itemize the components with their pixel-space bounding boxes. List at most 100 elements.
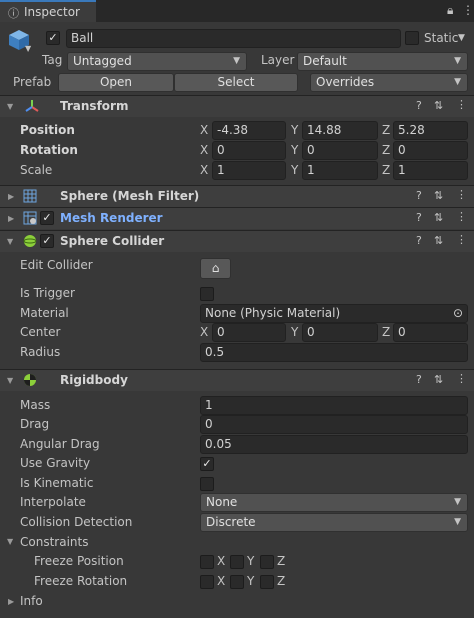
scale-y-field[interactable]: 1 xyxy=(302,161,378,180)
foldout-expanded-icon[interactable]: ▼ xyxy=(7,376,13,385)
use-gravity-checkbox[interactable]: ✓ xyxy=(200,457,214,471)
component-header-sphere-collider[interactable]: ▼ ✓ Sphere Collider ? ⇅ ⋮ xyxy=(0,231,474,252)
axis-z-label: Z xyxy=(382,143,391,157)
more-menu-icon[interactable]: ⋮ xyxy=(462,3,474,17)
axis-x-label: X xyxy=(217,554,226,568)
sphere-collider-enabled-checkbox[interactable]: ✓ xyxy=(40,234,54,248)
material-value: None (Physic Material) xyxy=(205,306,341,320)
object-picker-icon[interactable]: ⊙ xyxy=(453,305,463,322)
rotation-x-field[interactable]: 0 xyxy=(212,141,286,160)
foldout-collapsed-icon[interactable]: ▶ xyxy=(8,597,14,606)
scale-z-field[interactable]: 1 xyxy=(393,161,468,180)
tag-label: Tag xyxy=(42,53,63,67)
collision-detection-dropdown[interactable]: Discrete ▼ xyxy=(200,513,468,532)
interpolate-dropdown[interactable]: None ▼ xyxy=(200,493,468,512)
freeze-position-x-checkbox[interactable] xyxy=(200,555,214,569)
center-z-field[interactable]: 0 xyxy=(393,323,468,342)
axis-z-label: Z xyxy=(382,163,391,177)
mesh-grid-icon xyxy=(23,189,37,206)
component-menu-icon[interactable]: ⋮ xyxy=(456,210,467,223)
edit-collider-icon: ⌂ xyxy=(211,261,220,275)
foldout-expanded-icon[interactable]: ▼ xyxy=(7,102,13,111)
foldout-expanded-icon[interactable]: ▼ xyxy=(7,537,13,546)
component-header-mesh-renderer[interactable]: ▶ ✓ Mesh Renderer ? ⇅ ⋮ xyxy=(0,208,474,229)
position-y-field[interactable]: 14.88 xyxy=(302,121,378,140)
preset-icon[interactable]: ⇅ xyxy=(434,99,443,112)
tab-inspector[interactable]: ⓘ Inspector xyxy=(0,0,96,22)
mass-field[interactable]: 1 xyxy=(200,396,468,415)
help-icon[interactable]: ? xyxy=(416,373,422,386)
edit-collider-button[interactable]: ⌂ xyxy=(200,258,231,279)
overrides-label: Overrides xyxy=(316,75,375,89)
preset-icon[interactable]: ⇅ xyxy=(434,234,443,247)
axis-y-label: Y xyxy=(291,123,299,137)
rotation-y-field[interactable]: 0 xyxy=(302,141,378,160)
help-icon[interactable]: ? xyxy=(416,189,422,202)
help-icon[interactable]: ? xyxy=(416,234,422,247)
lock-icon[interactable]: 🔒︎ xyxy=(447,3,453,18)
help-icon[interactable]: ? xyxy=(416,211,422,224)
position-x-field[interactable]: -4.38 xyxy=(212,121,286,140)
static-checkbox[interactable] xyxy=(405,31,419,45)
prefab-overrides-dropdown[interactable]: Overrides ▼ xyxy=(310,73,468,92)
freeze-rotation-z-checkbox[interactable] xyxy=(260,575,274,589)
component-menu-icon[interactable]: ⋮ xyxy=(456,188,467,201)
sphere-collider-icon xyxy=(23,234,37,251)
layer-dropdown[interactable]: Default ▼ xyxy=(297,52,468,71)
component-header-rigidbody[interactable]: ▼ Rigidbody ? ⇅ ⋮ xyxy=(0,370,474,391)
mesh-renderer-enabled-checkbox[interactable]: ✓ xyxy=(40,211,54,225)
rotation-label: Rotation xyxy=(20,143,78,157)
component-title: Mesh Renderer xyxy=(60,211,163,225)
component-header-transform[interactable]: ▼ Transform ? ⇅ ⋮ xyxy=(0,96,474,117)
freeze-position-z-checkbox[interactable] xyxy=(260,555,274,569)
foldout-collapsed-icon[interactable]: ▶ xyxy=(8,192,14,201)
freeze-rotation-y-checkbox[interactable] xyxy=(230,575,244,589)
position-z-field[interactable]: 5.28 xyxy=(393,121,468,140)
object-name-field[interactable]: Ball xyxy=(66,29,401,48)
axis-y-label: Y xyxy=(291,163,299,177)
rotation-z-field[interactable]: 0 xyxy=(393,141,468,160)
preset-icon[interactable]: ⇅ xyxy=(434,373,443,386)
static-label: Static xyxy=(424,31,459,45)
static-dropdown-icon[interactable]: ▼ xyxy=(458,33,465,43)
foldout-collapsed-icon[interactable]: ▶ xyxy=(8,214,14,223)
tab-label: Inspector xyxy=(24,5,80,19)
component-header-mesh-filter[interactable]: ▶ Sphere (Mesh Filter) ? ⇅ ⋮ xyxy=(0,186,474,207)
help-icon[interactable]: ? xyxy=(416,99,422,112)
material-field[interactable]: None (Physic Material) ⊙ xyxy=(200,304,468,323)
chevron-down-icon: ▼ xyxy=(454,77,461,87)
is-kinematic-checkbox[interactable] xyxy=(200,477,214,491)
prefab-select-button[interactable]: Select xyxy=(174,73,298,92)
center-x-field[interactable]: 0 xyxy=(212,323,286,342)
collision-detection-value: Discrete xyxy=(206,515,256,529)
scale-x-field[interactable]: 1 xyxy=(212,161,286,180)
component-menu-icon[interactable]: ⋮ xyxy=(456,98,467,111)
component-title: Sphere Collider xyxy=(60,234,165,248)
radius-field[interactable]: 0.5 xyxy=(200,343,468,362)
drag-field[interactable]: 0 xyxy=(200,415,468,434)
prefab-open-button[interactable]: Open xyxy=(58,73,174,92)
preset-icon[interactable]: ⇅ xyxy=(434,211,443,224)
tag-dropdown[interactable]: Untagged ▼ xyxy=(67,52,247,71)
scale-label: Scale xyxy=(20,163,53,177)
chevron-down-icon: ▼ xyxy=(454,56,461,66)
active-checkbox[interactable]: ✓ xyxy=(46,31,60,45)
axis-z-label: Z xyxy=(382,123,391,137)
center-y-field[interactable]: 0 xyxy=(302,323,378,342)
component-menu-icon[interactable]: ⋮ xyxy=(456,233,467,246)
icon-dropdown-icon[interactable]: ▼ xyxy=(25,44,31,53)
freeze-position-y-checkbox[interactable] xyxy=(230,555,244,569)
preset-icon[interactable]: ⇅ xyxy=(434,189,443,202)
angular-drag-field[interactable]: 0.05 xyxy=(200,435,468,454)
is-trigger-checkbox[interactable] xyxy=(200,287,214,301)
is-kinematic-label: Is Kinematic xyxy=(20,476,94,490)
mass-label: Mass xyxy=(20,398,51,412)
info-label[interactable]: Info xyxy=(20,594,43,608)
use-gravity-label: Use Gravity xyxy=(20,456,91,470)
axis-y-label: Y xyxy=(247,574,255,588)
axis-z-label: Z xyxy=(277,554,286,568)
foldout-expanded-icon[interactable]: ▼ xyxy=(7,237,13,246)
component-menu-icon[interactable]: ⋮ xyxy=(456,372,467,385)
freeze-rotation-x-checkbox[interactable] xyxy=(200,575,214,589)
chevron-down-icon: ▼ xyxy=(233,56,240,66)
